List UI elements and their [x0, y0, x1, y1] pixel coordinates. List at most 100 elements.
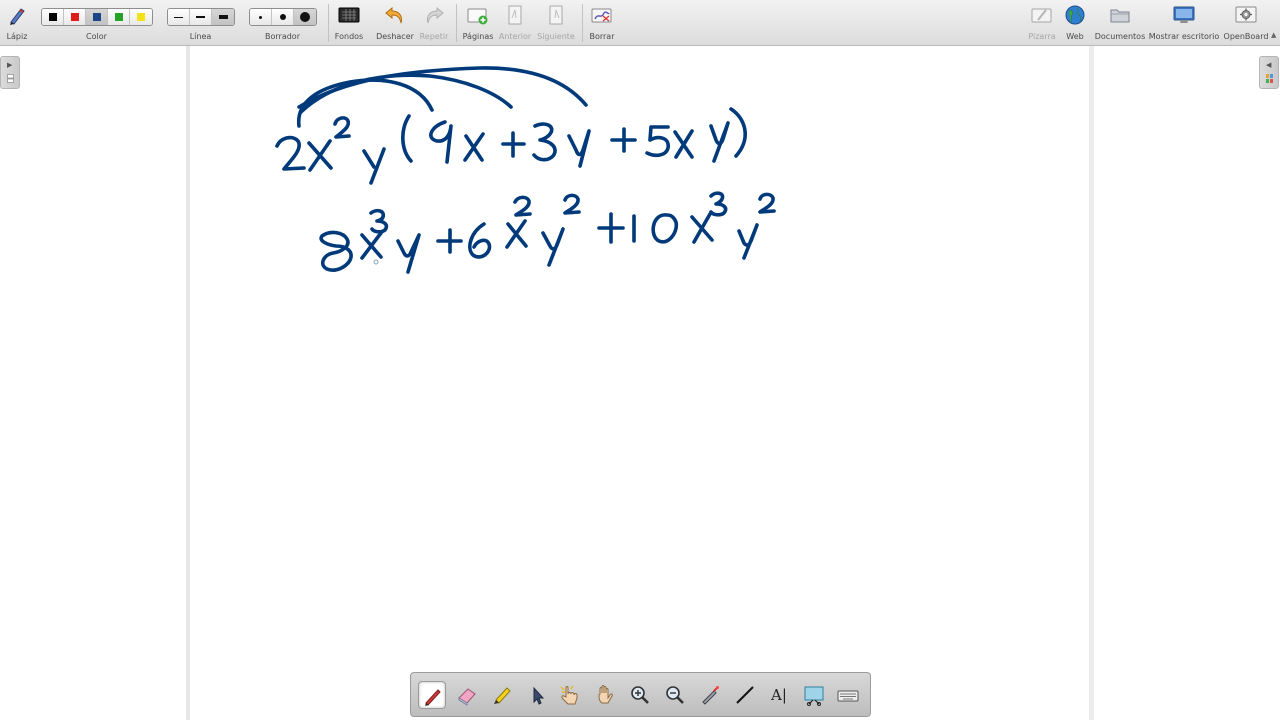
marker-tool[interactable] — [488, 681, 516, 709]
backgrounds-icon — [338, 7, 360, 23]
backgrounds-button[interactable]: Fondos — [332, 0, 366, 46]
blue-swatch — [92, 13, 101, 21]
line-width-selector — [167, 8, 235, 26]
add-page-icon — [467, 8, 488, 25]
top-toolbar: Lápiz Color Línea Borrador Fondos Deshac… — [0, 0, 1280, 46]
color-swatch-yellow[interactable] — [130, 9, 152, 25]
zoom-in-tool[interactable] — [626, 681, 654, 709]
line-thick-mark — [218, 15, 228, 19]
capture-icon — [804, 686, 824, 706]
line-label: Línea — [189, 32, 212, 41]
pen-tool-icon — [10, 8, 25, 25]
next-page-icon — [549, 5, 563, 25]
web-label: Web — [1066, 32, 1084, 41]
eraser-size-group: Borrador — [248, 0, 317, 46]
line-icon — [736, 686, 754, 704]
zoom-in-icon — [631, 686, 649, 704]
hand-tool[interactable] — [591, 681, 619, 709]
show-desktop-label: Mostrar escritorio — [1148, 32, 1220, 41]
right-library-tab[interactable]: ◀ — [1259, 56, 1279, 89]
toolbar-separator — [328, 4, 329, 42]
backgrounds-label: Fondos — [334, 32, 364, 41]
zoom-out-tool[interactable] — [661, 681, 689, 709]
next-page-button[interactable]: Siguiente — [536, 0, 576, 46]
monitor-icon — [1173, 6, 1195, 23]
globe-icon — [1065, 5, 1085, 25]
text-tool[interactable]: A| — [765, 681, 793, 709]
toolbar-separator — [456, 4, 457, 42]
clear-page-icon — [591, 8, 612, 23]
show-desktop-button[interactable]: Mostrar escritorio — [1148, 0, 1220, 46]
selector-tool[interactable] — [523, 681, 551, 709]
eraser-medium-button[interactable] — [272, 9, 294, 25]
line-width-group: Línea — [166, 0, 235, 46]
openboard-window: Lápiz Color Línea Borrador Fondos Deshac… — [0, 0, 1280, 720]
next-label: Siguiente — [537, 32, 575, 41]
undo-label: Deshacer — [376, 32, 414, 41]
cursor-icon — [533, 686, 545, 705]
line-medium-mark — [196, 16, 205, 18]
color-label: Color — [86, 32, 107, 41]
pages-button[interactable]: Páginas — [460, 0, 496, 46]
text-icon: A| — [771, 686, 787, 704]
zoom-out-icon — [666, 686, 684, 704]
documents-button[interactable]: Documentos — [1094, 0, 1146, 46]
color-swatch-red[interactable] — [64, 9, 86, 25]
stylus-palette: A| — [410, 672, 871, 717]
line-medium-button[interactable] — [190, 9, 212, 25]
color-swatch-blue[interactable] — [86, 9, 108, 25]
gear-icon — [1235, 6, 1257, 23]
undo-button[interactable]: Deshacer — [376, 0, 414, 46]
openboard-label: OpenBoard — [1223, 32, 1269, 41]
laser-pointer-tool[interactable] — [696, 681, 724, 709]
pen-icon — [425, 689, 441, 706]
board-mode-button[interactable]: Pizarra — [1024, 0, 1060, 46]
library-icon — [1266, 74, 1273, 83]
previous-label: Anterior — [498, 32, 532, 41]
pages-label: Páginas — [462, 32, 494, 41]
interact-tool[interactable] — [556, 681, 584, 709]
hand-icon — [598, 685, 613, 704]
pointing-hand-icon — [560, 685, 578, 705]
line-thick-button[interactable] — [212, 9, 234, 25]
eraser-size-selector — [249, 8, 317, 26]
clear-label: Borrar — [589, 32, 615, 41]
redo-label: Repetir — [419, 32, 449, 41]
eraser-small-dot — [259, 15, 262, 19]
left-palette-tab[interactable]: ▶ — [0, 56, 20, 89]
keyboard-icon — [837, 690, 859, 702]
eraser-tool[interactable] — [453, 681, 481, 709]
board-icon — [1031, 8, 1052, 23]
clear-page-button[interactable]: Borrar — [586, 0, 618, 46]
color-group: Color — [40, 0, 153, 46]
eraser-small-button[interactable] — [250, 9, 272, 25]
color-swatch-black[interactable] — [42, 9, 64, 25]
web-button[interactable]: Web — [1060, 0, 1090, 46]
capture-tool[interactable] — [800, 681, 828, 709]
documents-label: Documentos — [1094, 32, 1146, 41]
eraser-large-button[interactable] — [294, 9, 316, 25]
expand-left-icon: ◀ — [1266, 61, 1272, 69]
red-swatch — [70, 13, 79, 21]
board-label: Pizarra — [1028, 32, 1056, 41]
folder-icon — [1110, 9, 1130, 23]
board-right-border — [1089, 46, 1094, 720]
marker-icon — [494, 687, 511, 704]
toolbar-separator — [582, 4, 583, 42]
black-swatch — [48, 13, 57, 21]
scroll-up-arrow-icon[interactable]: ▲ — [1271, 31, 1276, 39]
pen-tool-button[interactable]: Lápiz — [2, 0, 32, 46]
line-thin-button[interactable] — [168, 9, 190, 25]
color-swatch-green[interactable] — [108, 9, 130, 25]
previous-page-icon — [508, 5, 522, 25]
whiteboard-canvas[interactable] — [190, 46, 1089, 720]
redo-button[interactable]: Repetir — [418, 0, 450, 46]
virtual-keyboard-tool[interactable] — [834, 681, 862, 709]
pen-tool[interactable] — [418, 681, 446, 709]
laser-pointer-icon — [702, 686, 719, 705]
line-thin-mark — [174, 16, 183, 18]
openboard-menu-button[interactable]: OpenBoard — [1222, 0, 1270, 46]
redo-icon — [427, 6, 444, 24]
line-tool[interactable] — [731, 681, 759, 709]
previous-page-button[interactable]: Anterior — [498, 0, 532, 46]
